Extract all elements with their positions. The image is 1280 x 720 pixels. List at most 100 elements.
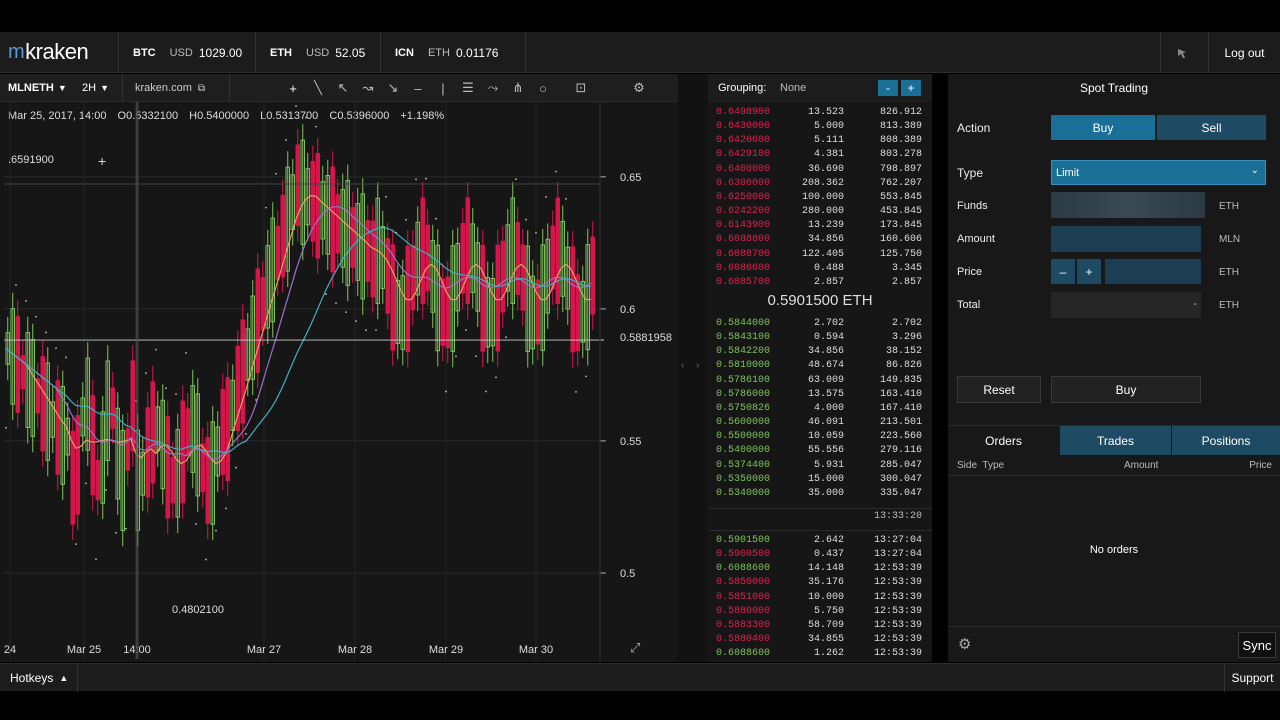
trade-row[interactable]: 0.5883300 58.709 12:53:39	[708, 620, 932, 634]
ask-row[interactable]: 0.6086600 0.488 3.345	[708, 263, 932, 277]
bid-row[interactable]: 0.5350000 15.000 300.047	[708, 474, 932, 488]
sar-dot	[475, 355, 477, 358]
bid-price: 0.5400000	[716, 445, 771, 457]
bid-row[interactable]: 0.5786100 63.009 149.835	[708, 375, 932, 389]
ask-row[interactable]: 0.6400000 36.690 798.897	[708, 164, 932, 178]
ask-price: 0.6088700	[716, 248, 771, 260]
ask-row[interactable]: 0.6088800 34.856 160.606	[708, 234, 932, 248]
order-book-panel: Grouping: None - + 0.6498900 13.523 826.91…	[708, 74, 932, 662]
candle-down	[330, 166, 335, 273]
sar-dot	[575, 390, 577, 393]
bid-row[interactable]: 0.5810000 48.674 86.826	[708, 360, 932, 374]
bid-price: 0.5350000	[716, 473, 771, 485]
mid-price: 0.5901500 ETH	[708, 292, 932, 314]
trade-price: 0.5880400	[716, 634, 771, 646]
price-increase-button[interactable]: +	[1077, 259, 1101, 284]
tab-trades[interactable]: Trades	[1060, 426, 1171, 455]
sync-button[interactable]: Sync	[1238, 632, 1276, 658]
ask-row[interactable]: 0.6300000 208.362 762.207	[708, 178, 932, 192]
ask-row[interactable]: 0.6250000 100.000 553.845	[708, 192, 932, 206]
trade-row[interactable]: 0.5880000 5.750 12:53:39	[708, 606, 932, 620]
tab-orders[interactable]: Orders	[948, 426, 1059, 455]
chevron-right-icon[interactable]: ›	[696, 360, 699, 371]
submit-buy-button[interactable]: Buy	[1051, 376, 1201, 403]
price-decrease-button[interactable]: –	[1051, 259, 1075, 284]
bid-row[interactable]: 0.5786000 13.575 163.410	[708, 389, 932, 403]
bid-volume: 4.000	[813, 402, 844, 414]
hotkeys-button[interactable]: Hotkeys ▲	[0, 664, 78, 692]
ask-row[interactable]: 0.6430000 5.000 813.389	[708, 121, 932, 135]
logout-button[interactable]: Log out	[1208, 32, 1280, 73]
mid-price-currency: ETH	[842, 292, 873, 309]
bid-row[interactable]: 0.5842200 34.856 38.152	[708, 346, 932, 360]
trade-row[interactable]: 0.5851000 10.000 12:53:39	[708, 592, 932, 606]
funds-unit: ETH	[1219, 201, 1239, 212]
candle-down	[570, 246, 575, 353]
trade-row[interactable]: 0.5900500 0.437 13:27:04	[708, 549, 932, 563]
grouping-decrease-button[interactable]: -	[878, 80, 898, 96]
trade-row[interactable]: 0.5880400 34.855 12:53:39	[708, 634, 932, 648]
bid-row[interactable]: 0.5844000 2.702 2.702	[708, 318, 932, 332]
reset-button[interactable]: Reset	[957, 376, 1041, 403]
support-button[interactable]: Support	[1224, 664, 1280, 692]
amount-input[interactable]	[1051, 226, 1201, 252]
trade-row[interactable]: 0.5901500 2.642 13:27:04	[708, 535, 932, 549]
sar-dot	[385, 195, 387, 198]
ask-cumulative: 803.278	[879, 149, 922, 161]
gear-icon[interactable]: ⚙	[958, 635, 971, 653]
trade-time: 12:53:39	[873, 577, 922, 589]
candle-down	[15, 315, 20, 413]
bid-row[interactable]: 0.5500000 10.059 223.560	[708, 431, 932, 445]
ticker-eth[interactable]: ETH USD 52.05	[255, 32, 375, 73]
bid-row[interactable]: 0.5843100 0.594 3.296	[708, 332, 932, 346]
trade-row[interactable]: 0.6088600 1.262 12:53:39	[708, 648, 932, 662]
col-amount: Amount	[1124, 460, 1159, 471]
ticker-icn[interactable]: ICN ETH 0.01176	[380, 32, 520, 73]
ask-row[interactable]: 0.6426600 5.111 808.389	[708, 135, 932, 149]
ticker-btc[interactable]: BTC USD 1029.00	[118, 32, 246, 73]
bid-row[interactable]: 0.5600000 46.091 213.501	[708, 417, 932, 431]
candle-down	[75, 415, 80, 515]
ask-row[interactable]: 0.6498900 13.523 826.912	[708, 107, 932, 121]
notifications-button[interactable]	[1160, 32, 1204, 73]
funds-label: Funds	[957, 200, 988, 212]
ask-row[interactable]: 0.6242200 280.000 453.845	[708, 206, 932, 220]
tab-positions[interactable]: Positions	[1172, 426, 1280, 455]
kraken-logo[interactable]: m kraken	[8, 39, 89, 64]
ask-row[interactable]: 0.6143900 13.239 173.845	[708, 220, 932, 234]
ticker-quote: ETH	[427, 46, 450, 59]
funds-value	[1051, 192, 1205, 218]
trade-volume: 34.855	[807, 634, 844, 646]
ask-row[interactable]: 0.6429100 4.381 803.278	[708, 149, 932, 163]
panel-divider[interactable]: ‹ ›	[678, 74, 708, 662]
ticker-value: 0.01176	[455, 45, 499, 60]
price-input[interactable]	[1105, 259, 1201, 284]
bid-row[interactable]: 0.5400000 55.556 279.116	[708, 445, 932, 459]
sar-dot	[165, 387, 167, 390]
order-type-select[interactable]: Limit ⌄	[1051, 160, 1266, 185]
sell-action-button[interactable]: Sell	[1157, 115, 1266, 140]
chevron-left-icon[interactable]: ‹	[681, 360, 684, 371]
bid-row[interactable]: 0.5374400 5.931 285.047	[708, 460, 932, 474]
book-updated-time: 13:33:20	[873, 511, 922, 522]
trade-price: 0.5851000	[716, 591, 771, 603]
grouping-increase-button[interactable]: +	[901, 80, 921, 96]
sar-dot	[115, 531, 117, 534]
ask-row[interactable]: 0.6088700 122.405 125.750	[708, 249, 932, 263]
trade-row[interactable]: 0.5850000 35.176 12:53:39	[708, 577, 932, 591]
ticker-quote: USD	[306, 46, 330, 59]
bid-row[interactable]: 0.5340000 35.000 335.047	[708, 488, 932, 502]
sar-dot	[285, 139, 287, 141]
ask-price: 0.6400000	[716, 163, 771, 175]
trade-row[interactable]: 0.6088600 14.148 12:53:39	[708, 563, 932, 577]
ask-row[interactable]: 0.6085700 2.857 2.857	[708, 277, 932, 291]
bid-row[interactable]: 0.5750826 4.000 167.410	[708, 403, 932, 417]
trade-volume: 58.709	[807, 619, 844, 631]
ticker-quote: USD	[169, 46, 193, 59]
expand-icon[interactable]: ⤢	[630, 640, 640, 656]
buy-action-button[interactable]: Buy	[1051, 115, 1155, 140]
sar-dot	[345, 311, 347, 314]
grouping-value[interactable]: None	[780, 82, 806, 94]
candle-down	[500, 240, 505, 313]
candle-down	[225, 377, 230, 482]
